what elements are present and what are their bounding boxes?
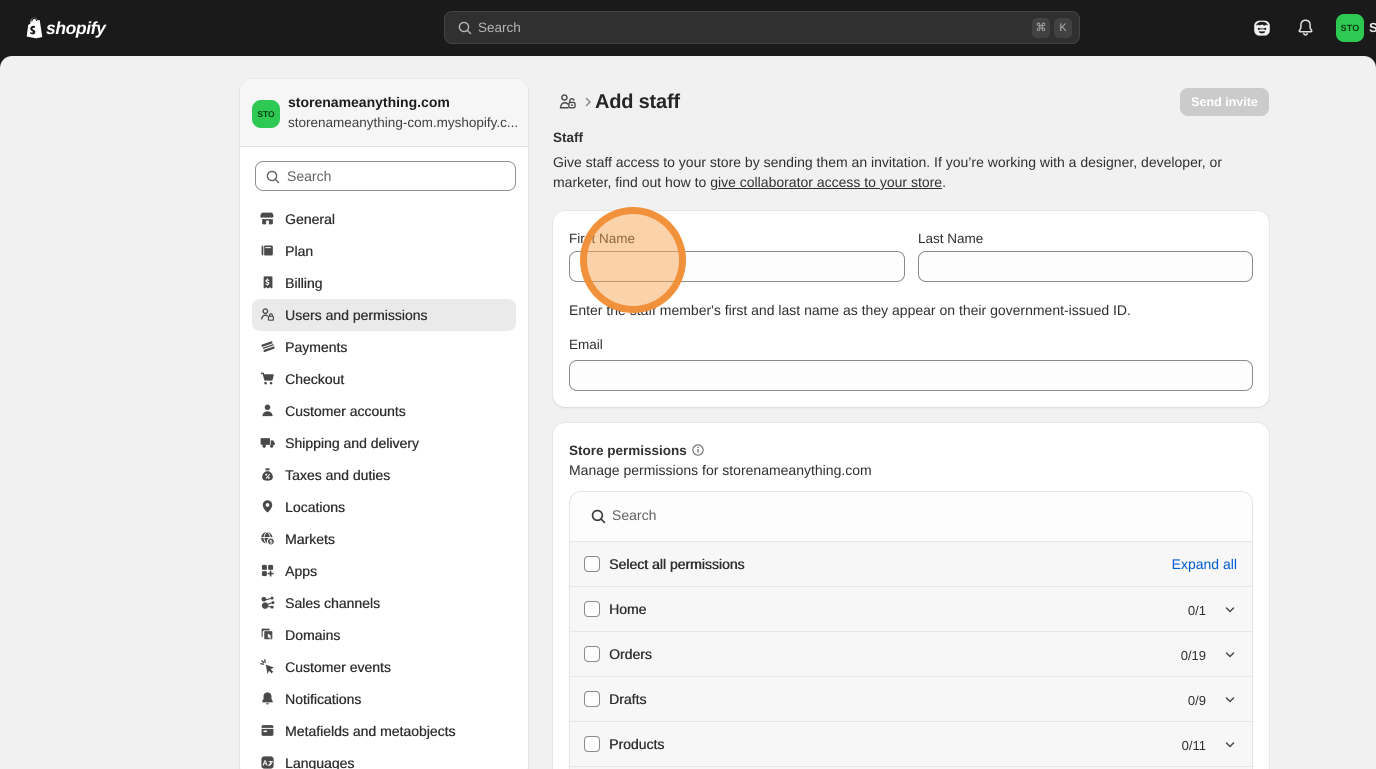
svg-text:A: A: [262, 760, 267, 768]
svg-text:$: $: [269, 539, 272, 545]
